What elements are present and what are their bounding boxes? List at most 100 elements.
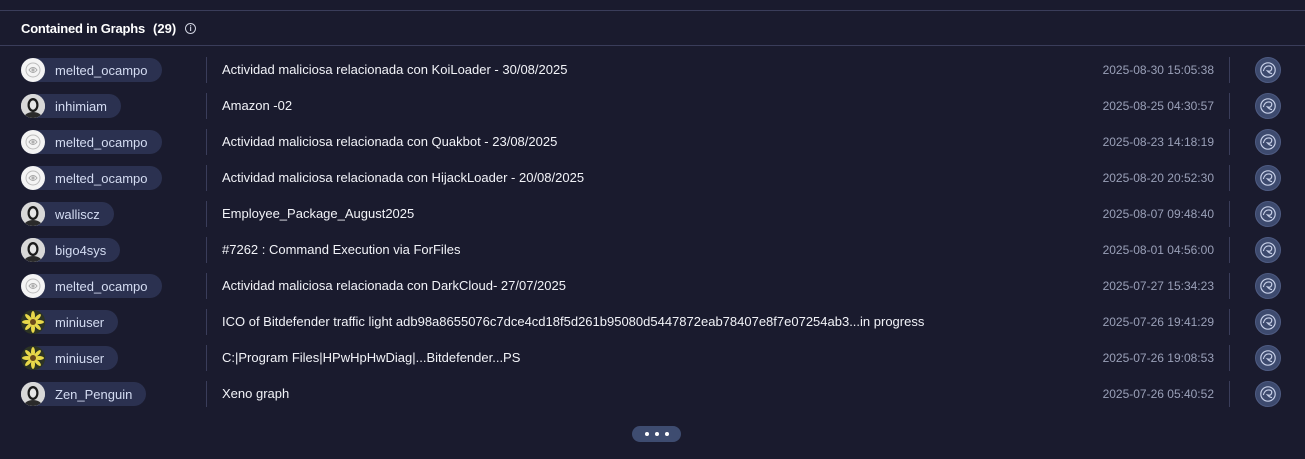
column-divider — [206, 129, 207, 155]
column-divider — [206, 57, 207, 83]
column-divider — [1229, 165, 1230, 191]
info-icon[interactable]: i — [185, 22, 197, 34]
user-chip[interactable]: melted_ocampo — [21, 274, 162, 298]
graph-name-link[interactable]: Actividad maliciosa relacionada con Hija… — [222, 170, 584, 185]
username: melted_ocampo — [55, 278, 148, 294]
user-chip[interactable]: melted_ocampo — [21, 130, 162, 154]
graph-name-link[interactable]: Xeno graph — [222, 386, 289, 401]
graph-date: 2025-08-01 04:56:00 — [1102, 243, 1214, 257]
user-chip[interactable]: inhimiam — [21, 94, 122, 118]
column-divider — [1229, 93, 1230, 119]
user-chip[interactable]: melted_ocampo — [21, 58, 162, 82]
section-title: Contained in Graphs — [21, 20, 146, 36]
column-divider — [1229, 129, 1230, 155]
graph-name-link[interactable]: Actividad maliciosa relacionada con Quak… — [222, 134, 557, 149]
column-divider — [206, 381, 207, 407]
graph-icon — [1259, 97, 1277, 115]
column-divider — [1229, 201, 1230, 227]
graph-date: 2025-07-26 05:40:52 — [1102, 387, 1214, 401]
username: miniuser — [55, 350, 105, 366]
graph-row: miniuser C:|Program Files|HPwHpHwDiag|...… — [0, 340, 1305, 376]
graph-icon — [1259, 385, 1277, 403]
graph-row: melted_ocampo Actividad maliciosa relacio… — [0, 124, 1305, 160]
avatar — [21, 58, 45, 82]
column-divider — [206, 165, 207, 191]
graph-date: 2025-08-23 14:18:19 — [1102, 135, 1214, 149]
username: melted_ocampo — [55, 134, 148, 150]
column-divider — [206, 345, 207, 371]
graph-icon — [1259, 349, 1277, 367]
graph-row: miniuser ICO of Bitdefender traffic light… — [0, 304, 1305, 340]
graph-date: 2025-08-25 04:30:57 — [1102, 99, 1214, 113]
column-divider — [206, 237, 207, 263]
open-graph-button[interactable] — [1255, 93, 1281, 119]
graph-name-link[interactable]: ICO of Bitdefender traffic light adb98a8… — [222, 314, 924, 329]
user-chip[interactable]: Zen_Penguin — [21, 382, 147, 406]
graph-name-link[interactable]: C:|Program Files|HPwHpHwDiag|...Bitdefen… — [222, 350, 520, 365]
open-graph-button[interactable] — [1255, 201, 1281, 227]
section-header: Contained in Graphs (29) i — [0, 11, 1305, 46]
dot-icon — [654, 432, 659, 436]
column-divider — [206, 201, 207, 227]
username: Zen_Penguin — [55, 386, 133, 402]
column-divider — [1229, 381, 1230, 407]
open-graph-button[interactable] — [1255, 345, 1281, 371]
user-chip[interactable]: walliscz — [21, 202, 114, 226]
graph-icon — [1259, 133, 1277, 151]
graph-date: 2025-08-20 20:52:30 — [1102, 171, 1214, 185]
graph-icon — [1259, 313, 1277, 331]
graph-date: 2025-08-30 15:05:38 — [1102, 63, 1214, 77]
username: melted_ocampo — [55, 170, 148, 186]
avatar — [21, 382, 45, 406]
avatar — [21, 166, 45, 190]
user-chip[interactable]: miniuser — [21, 346, 119, 370]
open-graph-button[interactable] — [1255, 129, 1281, 155]
dot-icon — [664, 432, 669, 436]
dot-icon — [644, 432, 649, 436]
column-divider — [1229, 309, 1230, 335]
graph-icon — [1259, 169, 1277, 187]
open-graph-button[interactable] — [1255, 273, 1281, 299]
graph-count: (29) — [153, 20, 177, 36]
graph-name-link[interactable]: Actividad maliciosa relacionada con KoiL… — [222, 62, 567, 77]
graph-date: 2025-08-07 09:48:40 — [1102, 207, 1214, 221]
graph-row: melted_ocampo Actividad maliciosa relacio… — [0, 160, 1305, 196]
user-chip[interactable]: melted_ocampo — [21, 166, 162, 190]
open-graph-button[interactable] — [1255, 381, 1281, 407]
open-graph-button[interactable] — [1255, 309, 1281, 335]
username: miniuser — [55, 314, 105, 330]
graph-icon — [1259, 61, 1277, 79]
graph-name-link[interactable]: Employee_Package_August2025 — [222, 206, 414, 221]
user-chip[interactable]: bigo4sys — [21, 238, 121, 262]
user-chip[interactable]: miniuser — [21, 310, 119, 334]
avatar — [21, 310, 45, 334]
graph-name-link[interactable]: Actividad maliciosa relacionada con Dark… — [222, 278, 566, 293]
avatar — [21, 130, 45, 154]
graph-date: 2025-07-27 15:34:23 — [1102, 279, 1214, 293]
column-divider — [206, 93, 207, 119]
graph-icon — [1259, 277, 1277, 295]
graph-name-link[interactable]: Amazon -02 — [222, 98, 292, 113]
graph-row: walliscz Employee_Package_August2025 2025-… — [0, 196, 1305, 232]
avatar — [21, 202, 45, 226]
open-graph-button[interactable] — [1255, 237, 1281, 263]
graph-row: bigo4sys #7262 : Command Execution via Fo… — [0, 232, 1305, 268]
graph-row: melted_ocampo Actividad maliciosa relacio… — [0, 52, 1305, 88]
graph-row: melted_ocampo Actividad maliciosa relacio… — [0, 268, 1305, 304]
column-divider — [1229, 345, 1230, 371]
avatar — [21, 94, 45, 118]
column-divider — [1229, 273, 1230, 299]
avatar — [21, 346, 45, 370]
graph-row: Zen_Penguin Xeno graph 2025-07-26 05:40:52 — [0, 376, 1305, 412]
username: inhimiam — [55, 98, 108, 114]
column-divider — [206, 273, 207, 299]
open-graph-button[interactable] — [1255, 57, 1281, 83]
open-graph-button[interactable] — [1255, 165, 1281, 191]
graph-list: melted_ocampo Actividad maliciosa relacio… — [0, 52, 1305, 412]
column-divider — [206, 309, 207, 335]
avatar — [21, 238, 45, 262]
column-divider — [1229, 237, 1230, 263]
show-more-button[interactable] — [632, 426, 681, 442]
username: walliscz — [55, 206, 100, 222]
graph-name-link[interactable]: #7262 : Command Execution via ForFiles — [222, 242, 460, 257]
